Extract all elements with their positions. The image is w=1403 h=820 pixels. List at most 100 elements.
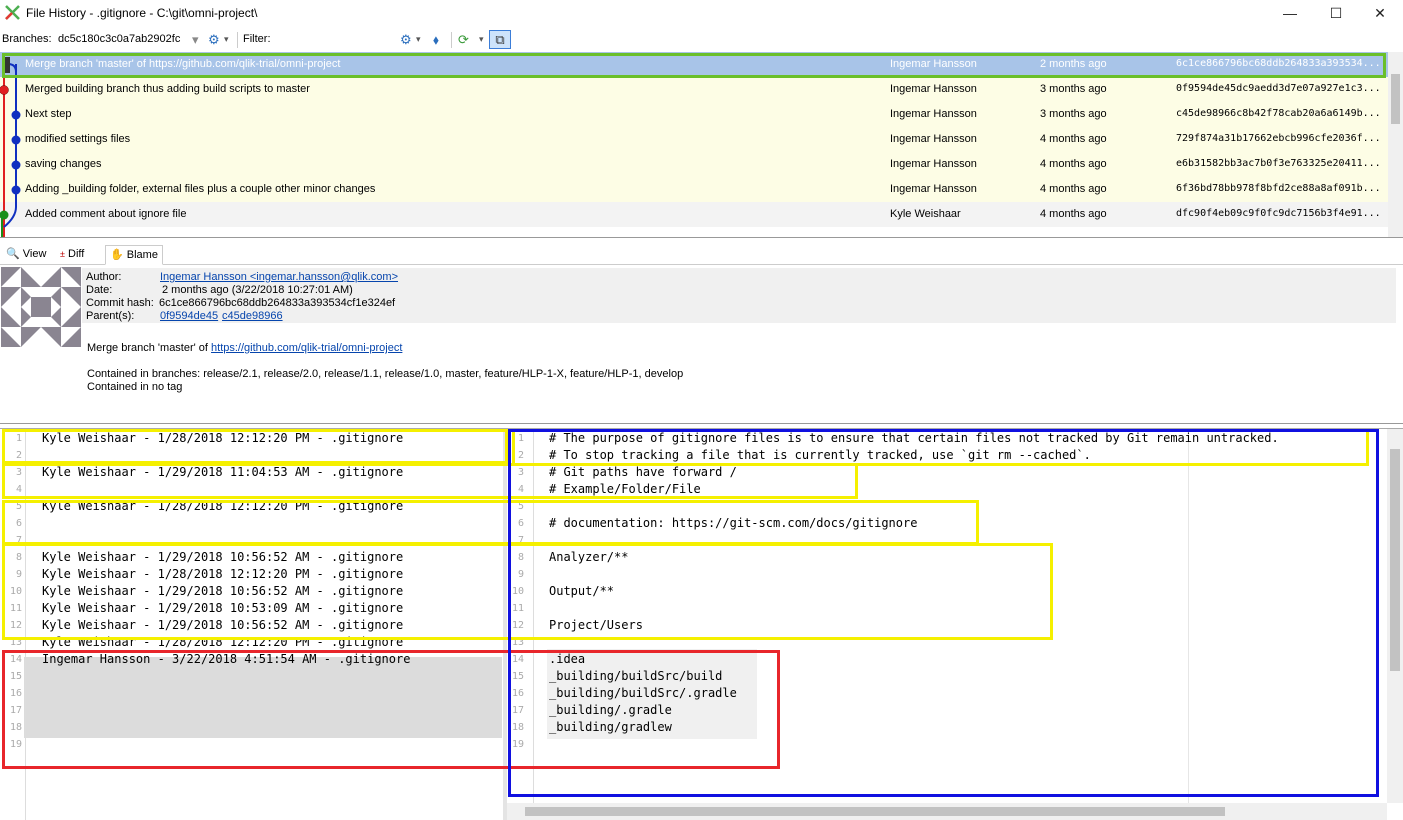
- line-number: 12: [9, 620, 22, 631]
- parent-link-2[interactable]: c45de98966: [222, 310, 283, 322]
- line-number: 14: [9, 654, 22, 665]
- dropdown-arrow-icon[interactable]: ▾: [192, 31, 199, 48]
- filter-label: Filter:: [243, 33, 271, 45]
- commit-author: Ingemar Hansson: [890, 108, 977, 120]
- line-number: 4: [15, 484, 22, 495]
- minimize-button[interactable]: —: [1267, 0, 1313, 28]
- line-number: 7: [517, 535, 524, 546]
- blame-annotation-line: Kyle Weishaar - 1/29/2018 10:56:52 AM - …: [42, 550, 404, 564]
- commit-author: Ingemar Hansson: [890, 183, 977, 195]
- commit-message-text: Merge branch 'master' of: [87, 342, 212, 354]
- blame-icon: ✋: [110, 249, 124, 261]
- commit-row[interactable]: Merge branch 'master' of https://github.…: [0, 52, 1388, 77]
- date-label: Date:: [86, 284, 113, 296]
- code-line: .idea: [549, 652, 586, 666]
- line-number: 6: [517, 518, 524, 529]
- close-button[interactable]: ✕: [1357, 0, 1403, 28]
- refresh-icon[interactable]: ⟳: [458, 31, 469, 48]
- commit-author: Kyle Weishaar: [890, 208, 961, 220]
- date-value: 2 months ago (3/22/2018 10:27:01 AM): [162, 284, 353, 296]
- line-number: 16: [9, 688, 22, 699]
- blame-annotation-line: Kyle Weishaar - 1/28/2018 12:12:20 PM - …: [42, 635, 404, 649]
- settings-dropdown-icon[interactable]: ▾: [224, 31, 229, 48]
- line-number: 5: [15, 501, 22, 512]
- line-number: 14: [511, 654, 524, 665]
- commit-row[interactable]: Adding _building folder, external files …: [0, 177, 1388, 202]
- line-number: 5: [517, 501, 524, 512]
- scroll-thumb[interactable]: [1391, 74, 1400, 124]
- line-number: 2: [15, 450, 22, 461]
- tab-blame[interactable]: ✋ Blame: [105, 245, 163, 265]
- commit-row[interactable]: saving changes Ingemar Hansson 4 months ag…: [0, 152, 1388, 177]
- commit-message-link[interactable]: https://github.com/qlik-trial/omni-proje…: [211, 342, 402, 354]
- blame-annotation-line: Kyle Weishaar - 1/28/2018 12:12:20 PM - …: [42, 567, 404, 581]
- commit-row[interactable]: Added comment about ignore file Kyle Weis…: [0, 202, 1388, 227]
- commit-hash: 0f9594de45dc9aedd3d7e07a927e1c3...: [1176, 83, 1381, 94]
- line-number: 18: [9, 722, 22, 733]
- blame-code-pane: 1 # The purpose of gitignore files is to …: [507, 429, 1387, 820]
- line-number: 3: [15, 467, 22, 478]
- toolbar-separator: [451, 32, 452, 48]
- commit-list-scrollbar[interactable]: [1388, 52, 1403, 237]
- tab-label: View: [22, 248, 47, 260]
- blame-vertical-scrollbar[interactable]: [1387, 429, 1403, 803]
- tab-view[interactable]: 🔍 View: [2, 245, 50, 265]
- commit-hash: 6f36bd78bb978f8bfd2ce88a8af091b...: [1176, 183, 1381, 194]
- commit-date: 4 months ago: [1040, 208, 1107, 220]
- code-line: # To stop tracking a file that is curren…: [549, 448, 1091, 462]
- settings-gear-icon[interactable]: ⚙: [208, 31, 220, 48]
- tab-diff[interactable]: ± Diff: [56, 245, 88, 265]
- gutter-divider: [533, 429, 534, 820]
- commit-node-icon[interactable]: ⬧: [433, 31, 439, 48]
- blame-annotation-line: Kyle Weishaar - 1/29/2018 10:53:09 AM - …: [42, 601, 404, 615]
- line-number: 4: [517, 484, 524, 495]
- line-number: 9: [517, 569, 524, 580]
- commit-row[interactable]: Next step Ingemar Hansson 3 months ago c45d…: [0, 102, 1388, 127]
- tab-label: Diff: [68, 248, 85, 260]
- parents-label: Parent(s):: [86, 310, 135, 322]
- scroll-thumb[interactable]: [525, 807, 1225, 816]
- line-number: 10: [511, 586, 524, 597]
- code-line: Project/Users: [549, 618, 643, 632]
- toggle-view-icon[interactable]: ⧉: [489, 30, 511, 49]
- line-number: 6: [15, 518, 22, 529]
- parent-link-1[interactable]: 0f9594de45: [160, 310, 218, 322]
- branch-selector[interactable]: dc5c180c3c0a7ab2902fc: [58, 33, 180, 45]
- code-line: # Example/Folder/File: [549, 482, 701, 496]
- tab-label: Blame: [126, 249, 158, 261]
- blame-view: 1 Kyle Weishaar - 1/28/2018 12:12:20 PM -…: [0, 428, 1403, 820]
- commit-date: 2 months ago: [1040, 58, 1107, 70]
- maximize-button[interactable]: ☐: [1313, 0, 1359, 28]
- code-line: _building/gradlew: [549, 720, 672, 734]
- code-line: Output/**: [549, 584, 615, 598]
- code-line: _building/buildSrc/build: [549, 669, 723, 683]
- line-number: 10: [9, 586, 22, 597]
- filter-dropdown-icon[interactable]: ▾: [416, 31, 421, 48]
- blame-annotation-line: Kyle Weishaar - 1/29/2018 10:56:52 AM - …: [42, 584, 404, 598]
- filter-options-gear-icon[interactable]: ⚙: [400, 31, 412, 48]
- code-line: # The purpose of gitignore files is to e…: [549, 431, 1279, 445]
- code-line: # documentation: https://git-scm.com/doc…: [549, 516, 918, 530]
- diff-icon: ±: [60, 249, 65, 259]
- line-number: 15: [9, 671, 22, 682]
- blame-annotation-line: Kyle Weishaar - 1/28/2018 12:12:20 PM - …: [42, 431, 404, 445]
- line-number: 8: [15, 552, 22, 563]
- line-number: 7: [15, 535, 22, 546]
- code-line: Analyzer/**: [549, 550, 629, 564]
- author-link[interactable]: Ingemar Hansson <ingemar.hansson@qlik.co…: [160, 271, 398, 283]
- code-line: _building/.gradle: [549, 703, 672, 717]
- commit-author: Ingemar Hansson: [890, 133, 977, 145]
- commit-hash: c45de98966c8b42f78cab20a6a6149b...: [1176, 108, 1381, 119]
- commit-message: Added comment about ignore file: [25, 208, 187, 220]
- blame-horizontal-scrollbar[interactable]: [507, 803, 1387, 820]
- line-number: 16: [511, 688, 524, 699]
- commit-row[interactable]: modified settings files Ingemar Hansson 4 …: [0, 127, 1388, 152]
- branches-label: Branches:: [2, 33, 52, 45]
- scroll-thumb[interactable]: [1390, 449, 1400, 671]
- tab-strip: 🔍 View ± Diff ✋ Blame: [0, 243, 1403, 265]
- blame-annotation-line: Ingemar Hansson - 3/22/2018 4:51:54 AM -…: [42, 652, 411, 666]
- commit-row[interactable]: Merged building branch thus adding build…: [0, 77, 1388, 102]
- line-number: 17: [9, 705, 22, 716]
- hash-value: 6c1ce866796bc68ddb264833a393534cf1e324ef: [159, 297, 396, 309]
- refresh-dropdown-icon[interactable]: ▾: [479, 31, 484, 48]
